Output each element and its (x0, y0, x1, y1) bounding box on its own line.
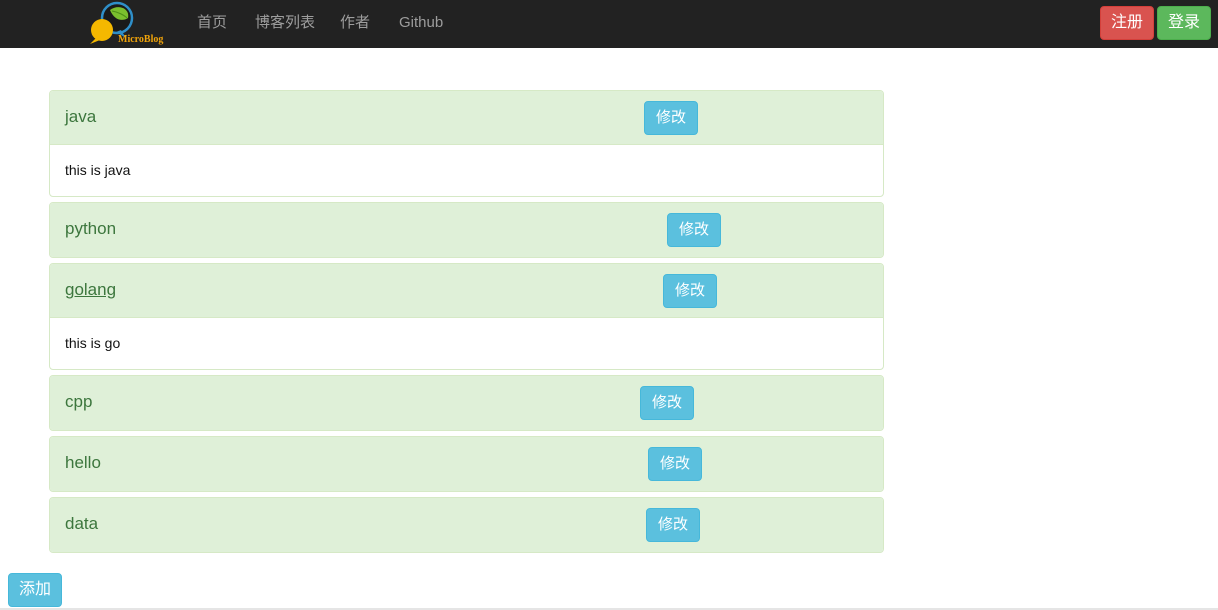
nav-home-link[interactable]: 首页 (197, 14, 227, 32)
nav-author-link[interactable]: 作者 (340, 14, 370, 32)
edit-button[interactable]: 修改 (640, 386, 694, 420)
login-button[interactable]: 登录 (1157, 6, 1211, 40)
blog-panel: cpp 修改 (49, 375, 884, 431)
blog-panel: data 修改 (49, 497, 884, 553)
edit-button[interactable]: 修改 (663, 274, 717, 308)
panel-body: this is java (65, 162, 131, 178)
panel-heading: cpp 修改 (50, 376, 883, 430)
nav-github-link[interactable]: Github (399, 14, 443, 32)
panel-title[interactable]: hello (65, 453, 101, 473)
top-navbar: MicroBlog 首页 博客列表 作者 Github 注册 登录 (0, 0, 1218, 48)
panel-title[interactable]: data (65, 514, 98, 534)
blog-panel: python 修改 (49, 202, 884, 258)
brand-logo[interactable]: MicroBlog (86, 0, 170, 48)
blog-panel: hello 修改 (49, 436, 884, 492)
register-button[interactable]: 注册 (1100, 6, 1154, 40)
panel-heading: golang 修改 (50, 264, 883, 318)
blog-panel: golang 修改 this is go (49, 263, 884, 370)
edit-button[interactable]: 修改 (648, 447, 702, 481)
blog-panel: java 修改 this is java (49, 90, 884, 197)
edit-button[interactable]: 修改 (667, 213, 721, 247)
panel-heading: python 修改 (50, 203, 883, 257)
panel-title[interactable]: python (65, 219, 116, 239)
edit-button[interactable]: 修改 (646, 508, 700, 542)
panel-title[interactable]: golang (65, 280, 116, 300)
panel-title[interactable]: java (65, 107, 96, 127)
brand-text: MicroBlog (118, 34, 164, 45)
panel-heading: data 修改 (50, 498, 883, 552)
edit-button[interactable]: 修改 (644, 101, 698, 135)
panel-title[interactable]: cpp (65, 392, 92, 412)
panel-heading: hello 修改 (50, 437, 883, 491)
nav-blog-list-link[interactable]: 博客列表 (255, 14, 315, 32)
add-button[interactable]: 添加 (8, 573, 62, 607)
panel-heading: java 修改 (50, 91, 883, 145)
panel-body: this is go (65, 335, 121, 351)
